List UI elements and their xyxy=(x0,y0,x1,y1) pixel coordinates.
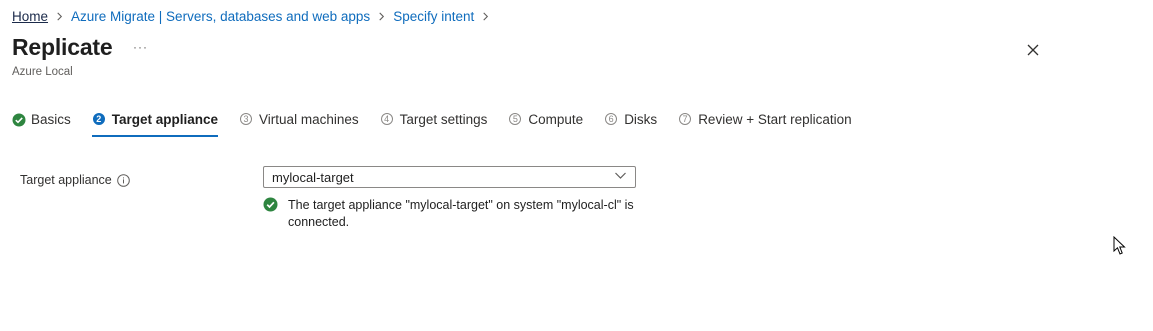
more-icon[interactable]: ··· xyxy=(133,40,148,54)
tab-label: Target settings xyxy=(399,112,488,127)
tab-review-start-replication[interactable]: 7 Review + Start replication xyxy=(679,112,852,135)
target-appliance-label: Target appliance xyxy=(20,173,112,187)
tab-label: Compute xyxy=(528,112,584,127)
breadcrumb: Home Azure Migrate | Servers, databases … xyxy=(12,9,497,24)
tab-disks[interactable]: 6 Disks xyxy=(605,112,657,135)
check-circle-icon xyxy=(12,113,26,127)
tab-target-settings[interactable]: 4 Target settings xyxy=(380,112,488,135)
wizard-tabs: Basics 2 Target appliance 3 Virtual mach… xyxy=(12,112,874,137)
step-number-badge: 2 xyxy=(92,112,105,125)
tab-label: Review + Start replication xyxy=(698,112,852,127)
breadcrumb-specify-intent-link[interactable]: Specify intent xyxy=(393,9,474,24)
step-number-badge: 3 xyxy=(240,112,253,125)
chevron-down-icon xyxy=(614,169,627,185)
tab-label: Virtual machines xyxy=(259,112,359,127)
step-number-badge: 4 xyxy=(380,112,393,125)
tab-compute[interactable]: 5 Compute xyxy=(509,112,583,135)
page-subtitle: Azure Local xyxy=(12,66,73,78)
tab-label: Target appliance xyxy=(111,112,219,127)
close-icon[interactable] xyxy=(1025,42,1041,58)
target-appliance-label-row: Target appliance xyxy=(20,173,130,187)
target-appliance-selected-value: mylocal-target xyxy=(272,169,354,185)
success-icon xyxy=(263,197,278,212)
tab-label: Basics xyxy=(31,112,71,127)
connection-status: The target appliance "mylocal-target" on… xyxy=(263,197,668,231)
mouse-cursor-icon xyxy=(1113,235,1127,256)
chevron-right-icon xyxy=(481,12,490,21)
tab-virtual-machines[interactable]: 3 Virtual machines xyxy=(240,112,359,135)
info-icon[interactable] xyxy=(116,173,130,187)
step-number-badge: 6 xyxy=(605,112,618,125)
target-appliance-dropdown[interactable]: mylocal-target xyxy=(263,166,636,188)
tab-basics[interactable]: Basics xyxy=(12,112,71,135)
page-title: Replicate xyxy=(12,34,113,60)
tab-label: Disks xyxy=(624,112,658,127)
breadcrumb-azure-migrate-link[interactable]: Azure Migrate | Servers, databases and w… xyxy=(71,9,370,24)
step-number-badge: 5 xyxy=(509,112,522,125)
chevron-right-icon xyxy=(377,12,386,21)
chevron-right-icon xyxy=(55,12,64,21)
tab-target-appliance[interactable]: 2 Target appliance xyxy=(91,112,219,137)
step-number-badge: 7 xyxy=(679,112,692,125)
breadcrumb-home-link[interactable]: Home xyxy=(12,9,48,24)
status-message: The target appliance "mylocal-target" on… xyxy=(288,198,634,229)
